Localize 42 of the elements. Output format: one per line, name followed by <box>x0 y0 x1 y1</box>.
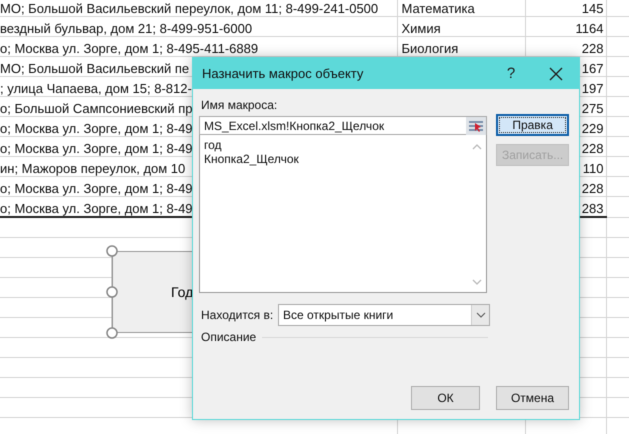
table-cell: МО; Большой Васильевский пе <box>0 61 190 76</box>
list-item[interactable]: Кнопка2_Щелчок <box>204 152 299 166</box>
table-cell: 197 <box>582 81 604 96</box>
table-cell: вездный бульвар, дом 21; 8-499-951-6000 <box>0 21 252 36</box>
table-cell: 145 <box>582 1 604 16</box>
table-cell: 1164 <box>576 21 604 36</box>
scroll-up-icon[interactable] <box>472 143 482 150</box>
close-icon <box>549 66 563 80</box>
table-cell: 228 <box>582 141 604 156</box>
table-cell: 229 <box>582 121 604 136</box>
section-label: Описание <box>201 330 256 344</box>
table-cell: о; Москва ул. Зорге, дом 1; 8-495-411-6889 <box>0 41 258 56</box>
table-cell: 167 <box>582 61 604 76</box>
dialog-button[interactable]: ОК <box>411 386 480 410</box>
location-dropdown[interactable]: Все открытые книги <box>278 304 490 326</box>
table-cell: о; Москва ул. Зорге, дом 1; 8-49 <box>0 181 193 196</box>
table-cell: Биология <box>402 41 458 56</box>
table-cell: 275 <box>582 101 604 116</box>
window-title: Назначить макрос объекту <box>202 66 364 81</box>
table-cell: о; Москва ул. Зорге, дом 1; 8-49 <box>0 121 193 136</box>
dropdown-icon <box>476 312 486 318</box>
field-label: Имя макроса: <box>201 98 278 112</box>
table-cell: о; Большой Сампсониевский пр <box>0 101 192 116</box>
table-cell: 110 <box>582 161 604 176</box>
picker-icon[interactable] <box>466 116 486 134</box>
macro-list[interactable]: год Кнопка2_Щелчок <box>199 135 488 293</box>
help-button[interactable]: ? <box>491 58 531 88</box>
scroll-down-icon[interactable] <box>472 279 482 286</box>
table-cell: о; Москва ул. Зорге, дом 1; 8-49 <box>0 141 193 156</box>
table-cell: 228 <box>582 41 604 56</box>
table-cell: 283 <box>582 201 604 216</box>
table-cell: ин; Мажоров переулок, дом 10 <box>0 161 186 176</box>
table-cell: Математика <box>402 1 475 16</box>
selection-handles-icon[interactable] <box>105 244 119 340</box>
table-cell: 228 <box>582 181 604 196</box>
table-cell: ; улица Чапаева, дом 15; 8-812- <box>0 81 192 96</box>
input-field[interactable]: MS_Excel.xlsm!Кнопка2_Щелчок <box>199 116 488 135</box>
dialog-button[interactable]: Отмена <box>496 386 569 410</box>
side-button[interactable]: Правка <box>496 114 569 136</box>
table-cell: Химия <box>402 21 441 36</box>
list-item[interactable]: год <box>204 138 222 152</box>
table-cell: МО; Большой Васильевский переулок, дом 11; 8-499-241-0500 <box>0 1 378 16</box>
